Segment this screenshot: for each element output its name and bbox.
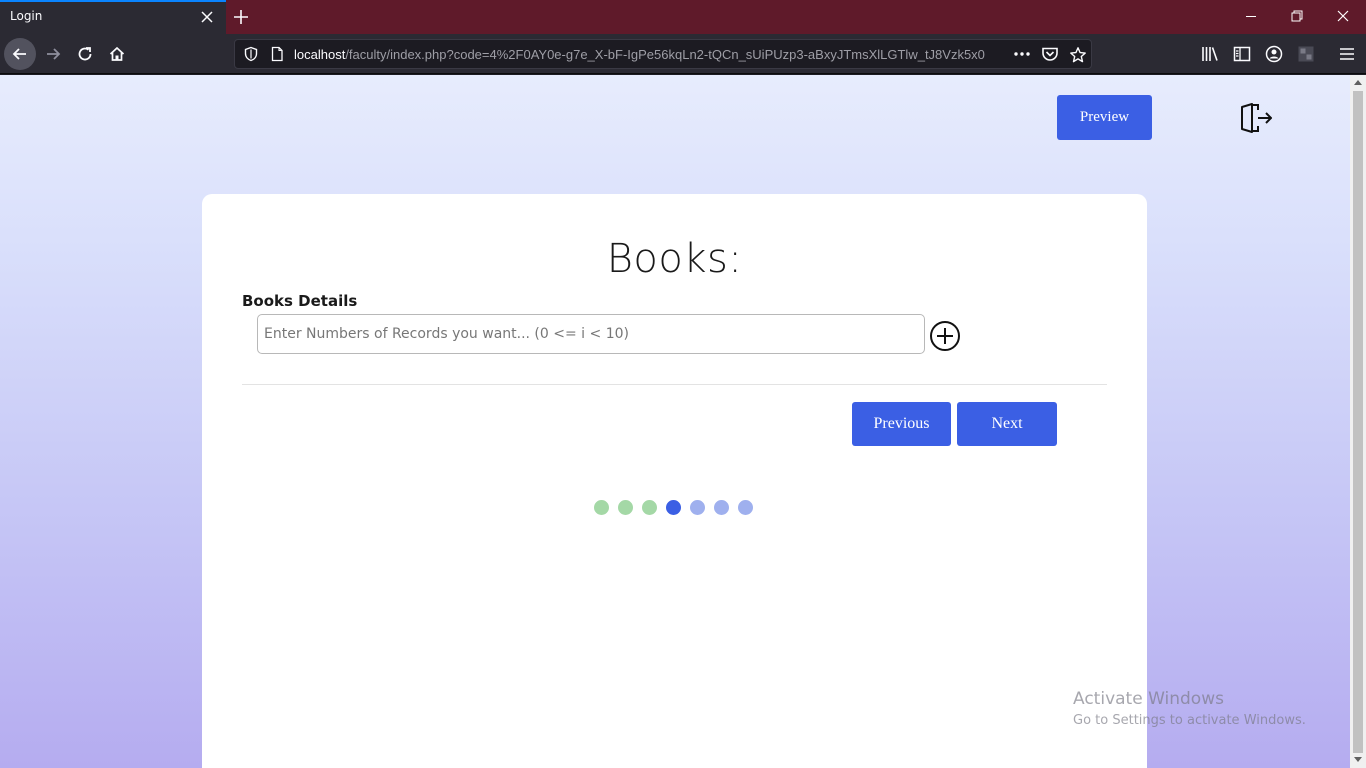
windows-activation-watermark: Activate Windows Go to Settings to activ… (1073, 689, 1306, 728)
page-title: Books: (606, 236, 743, 282)
shield-icon[interactable] (243, 46, 259, 62)
logout-icon[interactable] (1238, 101, 1274, 135)
step-dot-current (666, 500, 681, 515)
arrow-left-icon (12, 48, 26, 60)
form-card: Books: Books Details Previous Next (202, 194, 1147, 768)
new-tab-icon[interactable] (230, 6, 252, 28)
url-path: /faculty/index.php?code=4%2F0AY0e-g7e_X-… (345, 47, 985, 62)
step-dot-completed (642, 500, 657, 515)
section-label: Books Details (242, 292, 358, 310)
scroll-down-arrow-icon[interactable] (1354, 757, 1362, 763)
page-viewport: Preview Books: Books Details Previous Ne… (0, 75, 1350, 768)
navigation-toolbar: localhost/faculty/index.php?code=4%2F0AY… (0, 34, 1366, 74)
divider (242, 384, 1107, 385)
scrollbar-thumb[interactable] (1353, 91, 1363, 753)
step-dot-pending (738, 500, 753, 515)
step-dot-completed (618, 500, 633, 515)
records-count-input[interactable] (257, 314, 925, 354)
step-progress-indicator (594, 500, 764, 516)
tab-title: Login (10, 9, 43, 23)
reload-button[interactable] (69, 38, 101, 70)
previous-button[interactable]: Previous (852, 402, 951, 446)
add-circle-icon[interactable] (929, 320, 961, 352)
more-actions-icon[interactable] (1012, 46, 1032, 62)
forward-button[interactable] (37, 38, 69, 70)
window-close-icon[interactable] (1320, 0, 1366, 34)
page-info-icon[interactable] (269, 46, 285, 62)
library-icon[interactable] (1200, 44, 1220, 64)
arrow-right-icon (47, 48, 61, 60)
next-button[interactable]: Next (957, 402, 1057, 446)
step-dot-completed (594, 500, 609, 515)
bookmark-star-icon[interactable] (1069, 46, 1087, 64)
watermark-subtitle: Go to Settings to activate Windows. (1073, 713, 1306, 728)
tab-bar: Login (0, 0, 1366, 34)
restore-icon[interactable] (1274, 0, 1320, 34)
step-dot-pending (690, 500, 705, 515)
close-icon[interactable] (198, 8, 216, 26)
tab-loading-indicator (0, 0, 226, 2)
account-icon[interactable] (1264, 44, 1284, 64)
watermark-title: Activate Windows (1073, 689, 1224, 709)
step-dot-pending (714, 500, 729, 515)
sidebar-icon[interactable] (1232, 44, 1252, 64)
home-button[interactable] (101, 38, 133, 70)
url-host: localhost (294, 47, 346, 62)
minimize-icon[interactable] (1228, 0, 1274, 34)
tab-login[interactable]: Login (0, 0, 226, 34)
reload-icon (78, 47, 92, 61)
hamburger-menu-icon[interactable] (1337, 44, 1357, 64)
vertical-scrollbar[interactable] (1350, 75, 1366, 768)
preview-button[interactable]: Preview (1057, 95, 1152, 140)
scroll-up-arrow-icon[interactable] (1354, 79, 1362, 85)
pocket-icon[interactable] (1041, 46, 1059, 62)
url-text[interactable]: localhost/faculty/index.php?code=4%2F0AY… (294, 47, 1006, 62)
back-button[interactable] (4, 38, 36, 70)
address-bar[interactable]: localhost/faculty/index.php?code=4%2F0AY… (234, 39, 1092, 69)
home-icon (109, 46, 125, 61)
extension-icon[interactable] (1296, 44, 1316, 64)
